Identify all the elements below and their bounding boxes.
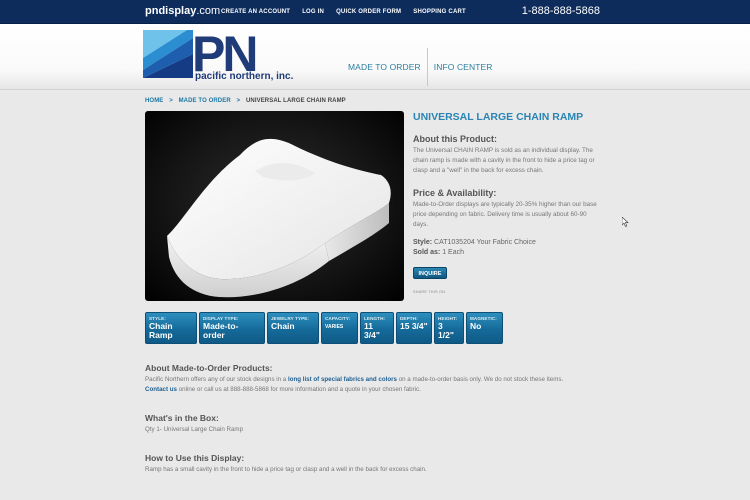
nav-made-to-order[interactable]: MADE TO ORDER <box>348 62 421 72</box>
nav-divider <box>426 48 428 86</box>
special-fabrics-link[interactable]: long list of special fabrics and colors <box>288 376 397 383</box>
main-nav: MADE TO ORDER INFO CENTER <box>348 48 493 86</box>
spec-label: DISPLAY TYPE: <box>203 316 239 321</box>
sold-as-label: Sold as: <box>413 249 441 256</box>
spec-label: STYLE: <box>149 316 166 321</box>
style-row: Style: CAT1035204 Your Fabric Choice <box>413 239 536 246</box>
spec-label: MAGNETIC: <box>470 316 497 321</box>
how-to-heading: How to Use this Display: <box>145 453 245 463</box>
spec-tile-style: STYLE: Chain Ramp <box>145 312 197 344</box>
how-to-text: Ramp has a small cavity in the front to … <box>145 466 427 473</box>
product-title: UNIVERSAL LARGE CHAIN RAMP <box>413 111 584 123</box>
spec-value: 15 3/4" <box>400 321 428 331</box>
price-availability-heading: Price & Availability: <box>413 188 497 198</box>
about-product-text: The Universal CHAIN RAMP is sold as an i… <box>413 147 595 174</box>
top-bar: pndisplay.com CREATE AN ACCOUNT LOG IN Q… <box>0 0 750 24</box>
about-mto-text: Pacific Northern offers any of our stock… <box>145 375 605 394</box>
contact-us-link[interactable]: Contact us <box>145 386 177 393</box>
company-logo[interactable]: PN pacific northern, inc. <box>143 26 295 86</box>
breadcrumb: HOME > MADE TO ORDER > UNIVERSAL LARGE C… <box>145 98 350 104</box>
spec-value: Chain <box>271 321 295 331</box>
about-mto-text-b: on a made-to-order basis only. We do not… <box>396 376 564 383</box>
breadcrumb-made-to-order[interactable]: MADE TO ORDER <box>179 98 231 104</box>
breadcrumb-separator: > <box>169 98 173 104</box>
about-mto-text-a: Pacific Northern offers any of our stock… <box>145 376 288 383</box>
breadcrumb-separator: > <box>236 98 241 104</box>
log-in-link[interactable]: LOG IN <box>296 8 330 16</box>
spec-tile-jewelry-type: JEWELRY TYPE: Chain <box>267 312 319 344</box>
about-mto-heading: About Made-to-Order Products: <box>145 363 273 373</box>
site-name-bold: pndisplay <box>145 5 197 17</box>
product-image[interactable] <box>145 111 404 301</box>
breadcrumb-current: UNIVERSAL LARGE CHAIN RAMP <box>245 98 346 104</box>
site-name[interactable]: pndisplay.com <box>145 5 220 17</box>
spec-tile-magnetic: MAGNETIC: No <box>466 312 503 344</box>
shopping-cart-link[interactable]: SHOPPING CART <box>407 8 472 16</box>
style-value: CAT1035204 Your Fabric Choice <box>434 239 536 246</box>
sold-as-value: 1 Each <box>442 249 464 256</box>
quick-order-form-link[interactable]: QUICK ORDER FORM <box>330 8 407 16</box>
nav-info-center[interactable]: INFO CENTER <box>434 62 493 72</box>
spec-tile-depth: DEPTH: 15 3/4" <box>396 312 432 344</box>
spec-value: Chain Ramp <box>149 321 173 340</box>
spec-tile-height: HEIGHT: 3 1/2" <box>434 312 464 344</box>
spec-label: LENGTH: <box>364 316 386 321</box>
spec-value: VARIES <box>325 324 344 330</box>
spec-label: HEIGHT: <box>438 316 458 321</box>
price-availability-text: Made-to-Order displays are typically 20-… <box>413 201 597 228</box>
spec-tile-display-type: DISPLAY TYPE: Made-to-order <box>199 312 265 344</box>
spec-label: CAPACITY: <box>325 316 351 321</box>
logo-tagline: pacific northern, inc. <box>195 71 294 82</box>
header: PN pacific northern, inc. MADE TO ORDER … <box>0 24 750 90</box>
spec-label: DEPTH: <box>400 316 418 321</box>
spec-tile-length: LENGTH: 11 3/4" <box>360 312 394 344</box>
about-product-heading: About this Product: <box>413 134 497 144</box>
spec-value: 3 1/2" <box>438 321 454 340</box>
in-box-heading: What's in the Box: <box>145 413 219 423</box>
spec-tile-capacity: CAPACITY: VARIES <box>321 312 358 344</box>
phone-number: 1-888-888-5868 <box>521 5 600 17</box>
spec-label: JEWELRY TYPE: <box>271 316 310 321</box>
breadcrumb-home[interactable]: HOME <box>145 98 163 104</box>
create-account-link[interactable]: CREATE AN ACCOUNT <box>215 8 296 16</box>
chain-ramp-image <box>167 138 391 298</box>
spec-value: Made-to-order <box>203 321 239 340</box>
spec-value: No <box>470 321 482 331</box>
inquire-button[interactable]: INQUIRE <box>413 267 447 279</box>
in-box-text: Qty 1- Universal Large Chain Ramp <box>145 426 244 433</box>
style-label: Style: <box>413 239 433 246</box>
account-nav: CREATE AN ACCOUNT LOG IN QUICK ORDER FOR… <box>215 8 472 16</box>
mouse-pointer-icon <box>622 217 629 227</box>
sold-as-row: Sold as: 1 Each <box>413 249 464 256</box>
spec-value: 11 3/4" <box>364 321 380 340</box>
about-mto-text-c: online or call us at 888-888-5868 for mo… <box>176 385 421 393</box>
share-label[interactable]: SHARE THIS ON <box>413 290 445 294</box>
